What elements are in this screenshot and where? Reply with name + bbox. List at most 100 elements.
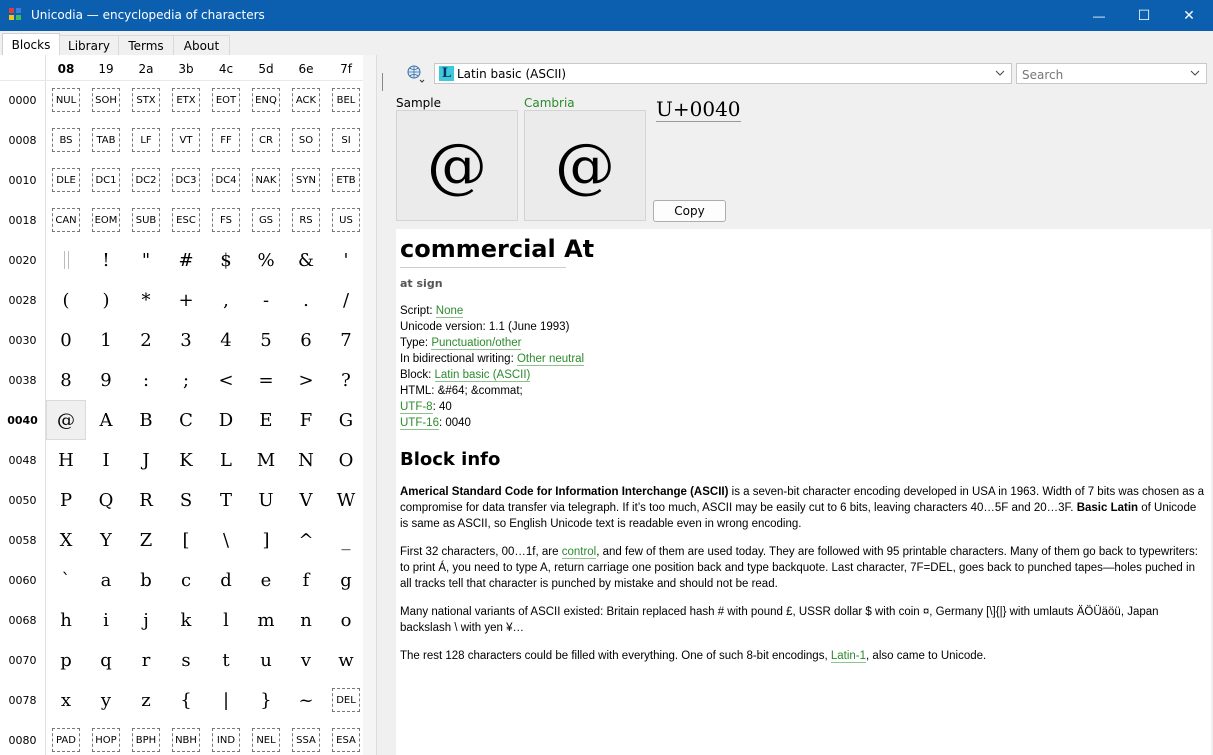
character-cell[interactable]: HOP — [86, 720, 126, 755]
font-link[interactable]: Cambria — [524, 96, 575, 111]
character-cell[interactable]: i — [86, 600, 126, 640]
character-cell[interactable]: GS — [246, 200, 286, 240]
character-cell[interactable]: w — [326, 640, 366, 680]
character-cell[interactable]: ] — [246, 520, 286, 560]
character-cell[interactable]: SI — [326, 120, 366, 160]
tab-library[interactable]: Library — [59, 35, 119, 55]
property-link[interactable]: None — [435, 305, 464, 318]
character-cell[interactable]: M — [246, 440, 286, 480]
character-cell[interactable]: Z — [126, 520, 166, 560]
property-link[interactable]: UTF-16 — [400, 417, 439, 430]
character-cell[interactable]: ACK — [286, 80, 326, 120]
character-cell[interactable]: ( — [46, 280, 86, 320]
character-cell[interactable]: n — [286, 600, 326, 640]
character-cell[interactable]: - — [246, 280, 286, 320]
copy-button[interactable]: Copy — [653, 200, 726, 222]
character-cell[interactable]: . — [286, 280, 326, 320]
character-cell[interactable]: K — [166, 440, 206, 480]
character-cell[interactable]: y — [86, 680, 126, 720]
character-cell[interactable]: NAK — [246, 160, 286, 200]
character-cell[interactable]: * — [126, 280, 166, 320]
character-cell[interactable]: F — [286, 400, 326, 440]
character-cell[interactable]: ! — [86, 240, 126, 280]
character-cell[interactable]: BEL — [326, 80, 366, 120]
character-cell[interactable]: & — [286, 240, 326, 280]
character-cell[interactable]: r — [126, 640, 166, 680]
property-link[interactable]: UTF-8 — [400, 401, 433, 414]
property-link[interactable]: Punctuation/other — [431, 337, 522, 350]
character-cell[interactable]: a — [86, 560, 126, 600]
grid-scrollbar[interactable] — [363, 55, 376, 755]
character-cell[interactable]: 0 — [46, 320, 86, 360]
character-cell[interactable]: = — [246, 360, 286, 400]
character-cell[interactable]: Q — [86, 480, 126, 520]
character-cell[interactable]: O — [326, 440, 366, 480]
latin-1-link[interactable]: Latin-1 — [830, 650, 867, 663]
character-cell[interactable]: ) — [86, 280, 126, 320]
character-cell[interactable]: D — [206, 400, 246, 440]
character-cell[interactable]: EOM — [86, 200, 126, 240]
search-box[interactable] — [1016, 63, 1207, 84]
character-cell[interactable]: q — [86, 640, 126, 680]
character-cell[interactable]: 4 — [206, 320, 246, 360]
character-cell[interactable]: $ — [206, 240, 246, 280]
character-cell[interactable]: > — [286, 360, 326, 400]
character-cell[interactable]: DLE — [46, 160, 86, 200]
character-cell[interactable]: g — [326, 560, 366, 600]
character-cell[interactable]: SSA — [286, 720, 326, 755]
character-cell[interactable]: RS — [286, 200, 326, 240]
character-cell[interactable]: ? — [326, 360, 366, 400]
character-cell[interactable]: 2 — [126, 320, 166, 360]
character-cell[interactable]: SUB — [126, 200, 166, 240]
character-cell[interactable]: ~ — [286, 680, 326, 720]
character-cell[interactable]: , — [206, 280, 246, 320]
character-cell[interactable]: # — [166, 240, 206, 280]
character-cell[interactable]: m — [246, 600, 286, 640]
character-cell[interactable]: ENQ — [246, 80, 286, 120]
character-cell[interactable]: ETB — [326, 160, 366, 200]
character-cell[interactable]: C — [166, 400, 206, 440]
character-cell[interactable]: US — [326, 200, 366, 240]
property-link[interactable]: Other neutral — [516, 353, 585, 366]
character-cell[interactable]: SOH — [86, 80, 126, 120]
character-cell[interactable]: 7 — [326, 320, 366, 360]
character-cell[interactable]: NEL — [246, 720, 286, 755]
character-cell[interactable]: STX — [126, 80, 166, 120]
character-cell[interactable]: DC2 — [126, 160, 166, 200]
maximize-button[interactable]: ☐ — [1121, 0, 1167, 31]
character-cell[interactable]: LF — [126, 120, 166, 160]
character-cell[interactable]: PAD — [46, 720, 86, 755]
character-cell[interactable]: B — [126, 400, 166, 440]
search-input[interactable] — [1020, 65, 1184, 84]
character-cell[interactable]: ESA — [326, 720, 366, 755]
character-cell[interactable]: H — [46, 440, 86, 480]
character-cell[interactable]: o — [326, 600, 366, 640]
control-link[interactable]: control — [561, 546, 597, 559]
character-cell[interactable]: c — [166, 560, 206, 600]
character-cell[interactable]: VT — [166, 120, 206, 160]
character-cell[interactable]: CAN — [46, 200, 86, 240]
character-cell[interactable]: IND — [206, 720, 246, 755]
character-cell[interactable]: j — [126, 600, 166, 640]
character-cell[interactable]: / — [326, 280, 366, 320]
character-cell[interactable]: % — [246, 240, 286, 280]
character-cell[interactable]: 6 — [286, 320, 326, 360]
splitter-handle[interactable] — [382, 73, 383, 91]
character-cell[interactable]: | — [206, 680, 246, 720]
character-cell[interactable]: ` — [46, 560, 86, 600]
character-cell[interactable]: 9 — [86, 360, 126, 400]
chevron-down-icon[interactable] — [1189, 67, 1201, 82]
character-cell[interactable]: t — [206, 640, 246, 680]
character-cell[interactable]: Y — [86, 520, 126, 560]
character-cell[interactable]: E — [246, 400, 286, 440]
property-link[interactable]: Latin basic (ASCII) — [434, 369, 531, 382]
character-cell[interactable]: S — [166, 480, 206, 520]
character-cell[interactable]: CR — [246, 120, 286, 160]
character-cell[interactable]: SYN — [286, 160, 326, 200]
character-cell[interactable]: p — [46, 640, 86, 680]
character-cell[interactable]: e — [246, 560, 286, 600]
character-cell[interactable]: 5 — [246, 320, 286, 360]
character-cell[interactable] — [46, 240, 86, 280]
minimize-button[interactable]: — — [1076, 0, 1122, 31]
character-cell[interactable]: 1 — [86, 320, 126, 360]
